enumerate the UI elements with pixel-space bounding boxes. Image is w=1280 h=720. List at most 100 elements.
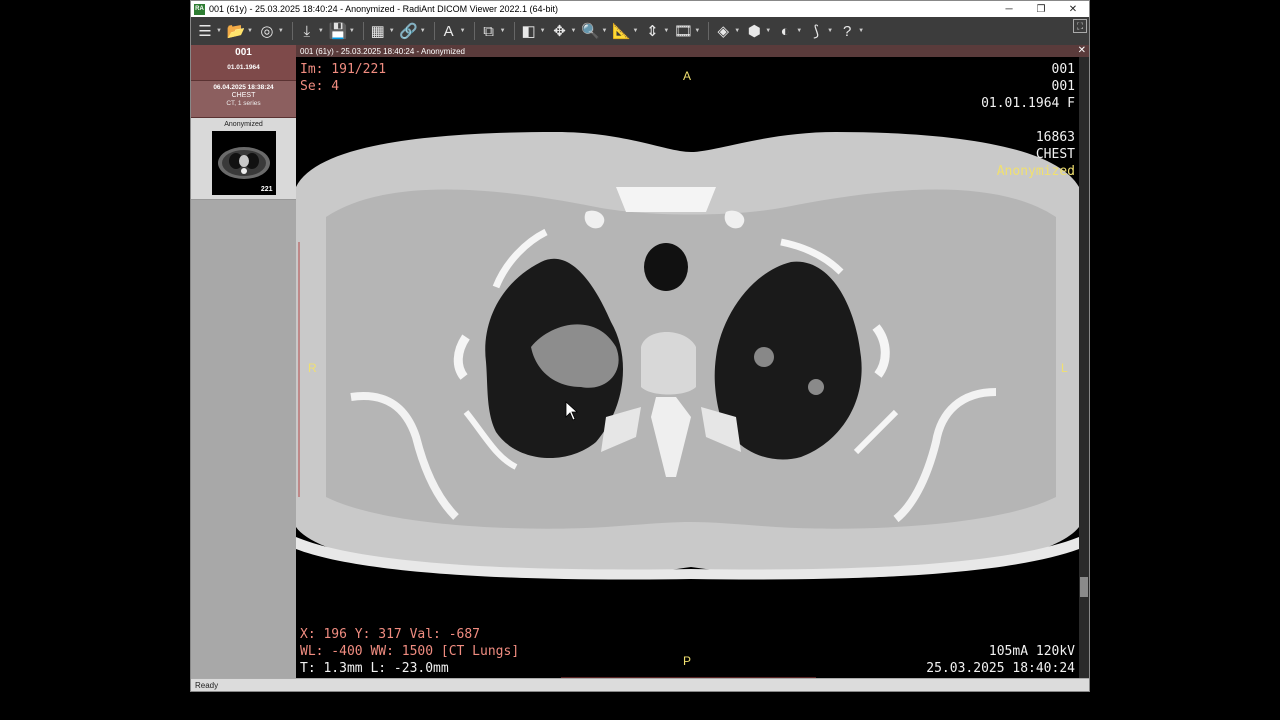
save-button[interactable]: 💾 ▼ bbox=[328, 19, 355, 43]
study-modality: CT, 1 series bbox=[226, 100, 261, 107]
dropdown-arrow-icon[interactable]: ▼ bbox=[571, 28, 577, 34]
save-icon: 💾 bbox=[328, 23, 348, 40]
annotation-icon: A bbox=[443, 22, 454, 40]
dropdown-arrow-icon[interactable]: ▼ bbox=[765, 28, 771, 34]
overlay-bottom-left: X: 196 Y: 317 Val: -687 WL: -400 WW: 150… bbox=[300, 626, 519, 677]
toolbar-separator bbox=[473, 22, 475, 40]
download-icon: ⤓ bbox=[303, 22, 311, 40]
slice-thickness: T: 1.3mm L: -23.0mm bbox=[300, 661, 449, 676]
app-icon: RA bbox=[194, 3, 205, 15]
copy-button[interactable]: ⧉ ▼ bbox=[479, 19, 506, 43]
database-button[interactable]: ☰ ▼ bbox=[195, 19, 222, 43]
series-description: Anonymized bbox=[996, 164, 1075, 179]
patient-id-overlay: 001 bbox=[1051, 79, 1075, 94]
3d-icon: ⬢ bbox=[747, 23, 761, 40]
viewport-title: 001 (61y) - 25.03.2025 18:40:24 - Anonym… bbox=[300, 46, 465, 56]
open-folder-button[interactable]: 📂 ▼ bbox=[226, 19, 253, 43]
dropdown-arrow-icon[interactable]: ▼ bbox=[349, 28, 355, 34]
cine-icon: 🎞 bbox=[673, 23, 693, 40]
dob-sex: 01.01.1964 F bbox=[981, 96, 1075, 111]
copy-icon: ⧉ bbox=[483, 22, 494, 40]
layout-icon: ▦ bbox=[370, 23, 385, 40]
study-card[interactable]: 06.04.2025 18:38:24 CHEST CT, 1 series bbox=[191, 81, 296, 118]
orientation-right: L bbox=[1061, 361, 1068, 375]
3d-button[interactable]: ⬢ ▼ bbox=[744, 19, 772, 43]
cine-button[interactable]: 🎞 ▼ bbox=[673, 19, 700, 43]
overlay-top-left: Im: 191/221 Se: 4 bbox=[300, 61, 386, 95]
series-card[interactable]: Anonymized 221 bbox=[191, 118, 296, 200]
ct-scan-image[interactable] bbox=[296, 57, 1079, 679]
zoom-button[interactable]: 🔍 ▼ bbox=[580, 19, 607, 43]
help-button[interactable]: ? ▼ bbox=[837, 19, 864, 43]
image-scrollbar[interactable] bbox=[1079, 57, 1089, 679]
dropdown-arrow-icon[interactable]: ▼ bbox=[216, 28, 222, 34]
annotation-button[interactable]: A ▼ bbox=[439, 19, 466, 43]
patient-id: 001 bbox=[235, 47, 252, 58]
curve-button[interactable]: ⟆ ▼ bbox=[806, 19, 833, 43]
status-text: Ready bbox=[195, 680, 219, 690]
link-button[interactable]: 🔗 ▼ bbox=[399, 19, 426, 43]
dropdown-arrow-icon[interactable]: ▼ bbox=[247, 28, 253, 34]
close-button[interactable]: ✕ bbox=[1057, 1, 1089, 17]
accession-number: 16863 bbox=[1035, 130, 1075, 145]
pan-button[interactable]: ✥ ▼ bbox=[550, 19, 577, 43]
dropdown-arrow-icon[interactable]: ▼ bbox=[601, 28, 607, 34]
dropdown-arrow-icon[interactable]: ▼ bbox=[420, 28, 426, 34]
series-image-count: 221 bbox=[260, 186, 273, 193]
dropdown-arrow-icon[interactable]: ▼ bbox=[663, 28, 669, 34]
pixel-info: X: 196 Y: 317 Val: -687 bbox=[300, 627, 481, 642]
patient-card[interactable]: 001 01.01.1964 bbox=[191, 45, 296, 81]
link-icon: 🔗 bbox=[399, 23, 419, 40]
exposure-info: 105mA 120kV bbox=[988, 644, 1075, 659]
measure-button[interactable]: 📐 ▼ bbox=[611, 19, 638, 43]
mpr-button[interactable]: ◈ ▼ bbox=[713, 19, 741, 43]
cd-button[interactable]: ◎ ▼ bbox=[257, 19, 284, 43]
image-number: Im: 191/221 bbox=[300, 62, 387, 77]
series-label: Anonymized bbox=[224, 121, 263, 128]
scroll-icon: ⇕ bbox=[646, 23, 659, 40]
dropdown-arrow-icon[interactable]: ▼ bbox=[694, 28, 700, 34]
dropdown-arrow-icon[interactable]: ▼ bbox=[389, 28, 395, 34]
orientation-bottom: P bbox=[683, 654, 692, 668]
dropdown-arrow-icon[interactable]: ▼ bbox=[734, 28, 740, 34]
viewport-header: 001 (61y) - 25.03.2025 18:40:24 - Anonym… bbox=[296, 45, 1089, 57]
fullscreen-icon[interactable]: ⛶ bbox=[1073, 19, 1087, 33]
minimize-button[interactable]: ─ bbox=[993, 1, 1025, 17]
toolbar-separator bbox=[433, 22, 435, 40]
window-level-button[interactable]: ◧ ▼ bbox=[519, 19, 546, 43]
study-datetime: 06.04.2025 18:38:24 bbox=[213, 84, 274, 91]
study-body-part: CHEST bbox=[231, 92, 256, 99]
radiant-window: RA 001 (61y) - 25.03.2025 18:40:24 - Ano… bbox=[190, 0, 1090, 692]
series-thumbnail[interactable]: 221 bbox=[211, 131, 276, 195]
open-folder-icon: 📂 bbox=[226, 23, 246, 40]
dropdown-arrow-icon[interactable]: ▼ bbox=[500, 28, 506, 34]
close-viewport-icon[interactable]: ✕ bbox=[1078, 45, 1086, 57]
restore-button[interactable]: ❐ bbox=[1025, 1, 1057, 17]
window-title: 001 (61y) - 25.03.2025 18:40:24 - Anonym… bbox=[209, 4, 559, 14]
dropdown-arrow-icon[interactable]: ▼ bbox=[460, 28, 466, 34]
window-level: WL: -400 WW: 1500 [CT Lungs] bbox=[300, 644, 520, 659]
layout-button[interactable]: ▦ ▼ bbox=[368, 19, 395, 43]
orientation-left: R bbox=[308, 361, 317, 375]
database-icon: ☰ bbox=[198, 23, 212, 40]
download-button[interactable]: ⤓ ▼ bbox=[297, 19, 324, 43]
acquisition-datetime: 25.03.2025 18:40:24 bbox=[926, 661, 1075, 676]
scrollbar-thumb[interactable] bbox=[1080, 577, 1088, 597]
dropdown-arrow-icon[interactable]: ▼ bbox=[278, 28, 284, 34]
dropdown-arrow-icon[interactable]: ▼ bbox=[540, 28, 546, 34]
study-description: CHEST bbox=[1035, 147, 1075, 162]
dropdown-arrow-icon[interactable]: ▼ bbox=[827, 28, 833, 34]
scroll-button[interactable]: ⇕ ▼ bbox=[642, 19, 669, 43]
pan-icon: ✥ bbox=[553, 23, 566, 40]
fusion-icon: ◐ bbox=[780, 22, 790, 40]
title-bar: RA 001 (61y) - 25.03.2025 18:40:24 - Ano… bbox=[191, 1, 1089, 17]
fusion-button[interactable]: ◐ ▼ bbox=[775, 19, 802, 43]
orientation-top: A bbox=[683, 69, 692, 83]
image-viewport[interactable]: 001 (61y) - 25.03.2025 18:40:24 - Anonym… bbox=[296, 45, 1089, 679]
status-bar: Ready bbox=[191, 678, 1089, 691]
dropdown-arrow-icon[interactable]: ▼ bbox=[858, 28, 864, 34]
dropdown-arrow-icon[interactable]: ▼ bbox=[632, 28, 638, 34]
dropdown-arrow-icon[interactable]: ▼ bbox=[796, 28, 802, 34]
dropdown-arrow-icon[interactable]: ▼ bbox=[318, 28, 324, 34]
zoom-icon: 🔍 bbox=[581, 23, 600, 40]
